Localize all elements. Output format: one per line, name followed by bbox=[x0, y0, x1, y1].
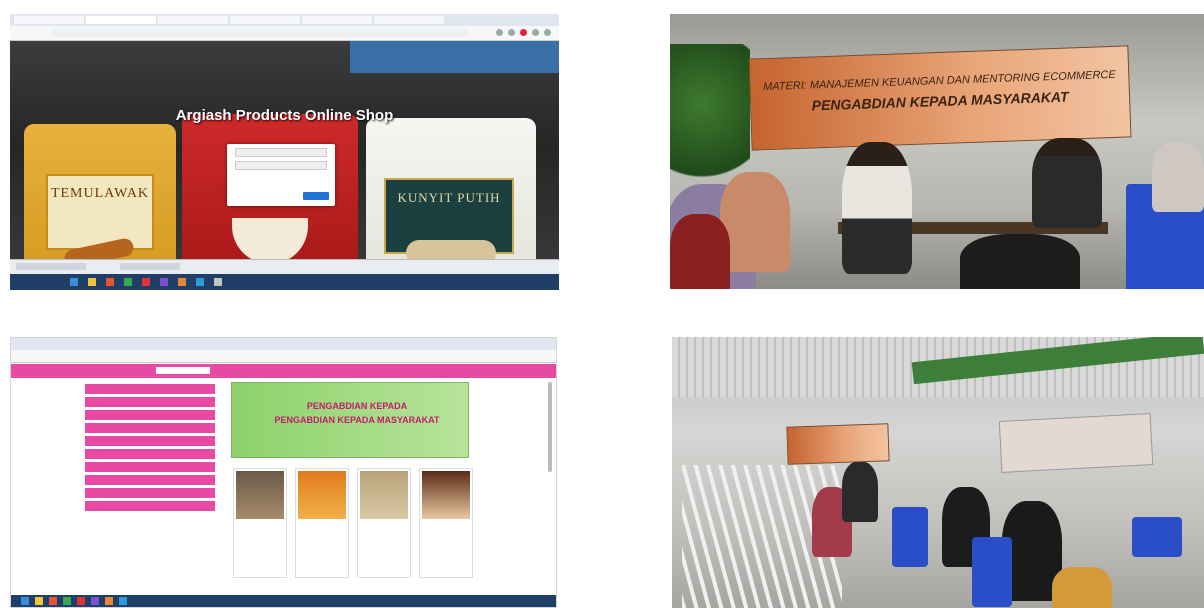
workshop-photo bbox=[672, 337, 1204, 608]
kunyit-putih-package: KUNYIT PUTIH bbox=[366, 118, 536, 274]
man-white-shirt bbox=[842, 142, 912, 274]
shop-title: Argiash Products Online Shop bbox=[175, 107, 394, 124]
username-field bbox=[235, 148, 327, 157]
woman-hijab-red bbox=[670, 214, 730, 289]
blue-chair bbox=[892, 507, 928, 567]
meeting-photo: MATERI: MANAJEMEN KEUANGAN DAN MENTORING… bbox=[670, 14, 1204, 289]
scrollbar bbox=[548, 382, 552, 472]
blue-chair bbox=[1132, 517, 1182, 557]
woman-hijab-orange bbox=[720, 172, 790, 272]
attendee bbox=[842, 462, 878, 522]
login-dialog bbox=[227, 144, 335, 206]
product-cards bbox=[233, 468, 473, 578]
tree bbox=[670, 44, 750, 194]
event-banner: MATERI: MANAJEMEN KEUANGAN DAN MENTORING… bbox=[748, 45, 1132, 151]
banner-right bbox=[998, 413, 1154, 473]
site-navbar bbox=[11, 364, 556, 378]
seated-person-foreground bbox=[960, 234, 1080, 289]
browser-tabs bbox=[11, 338, 556, 350]
windows-taskbar bbox=[11, 595, 556, 607]
product-card bbox=[419, 468, 473, 578]
shop-website-screenshot: PENGABDIAN KEPADA PENGABDIAN KEPADA MASY… bbox=[10, 337, 557, 608]
product-card bbox=[357, 468, 411, 578]
site-search bbox=[156, 367, 210, 374]
promo-banner: PENGABDIAN KEPADA PENGABDIAN KEPADA MASY… bbox=[231, 382, 469, 458]
password-field bbox=[235, 161, 327, 170]
product-card bbox=[233, 468, 287, 578]
small-banner-left bbox=[786, 423, 890, 465]
temulawak-package: TEMULAWAK bbox=[24, 124, 176, 274]
blue-chair bbox=[972, 537, 1012, 607]
shop-hero: TEMULAWAK KUNYIT PUTIH Argiash Products … bbox=[10, 41, 559, 274]
address-bar bbox=[11, 350, 556, 363]
windows-taskbar bbox=[10, 274, 559, 290]
category-sidebar bbox=[85, 382, 215, 514]
man-dark-shirt bbox=[1032, 138, 1102, 228]
orange-object bbox=[1052, 567, 1112, 608]
online-shop-screenshot: TEMULAWAK KUNYIT PUTIH Argiash Products … bbox=[10, 14, 559, 290]
download-bar bbox=[10, 259, 559, 274]
address-bar bbox=[10, 26, 559, 41]
product-card bbox=[295, 468, 349, 578]
woman-right bbox=[1152, 142, 1204, 212]
sign-in-button bbox=[303, 192, 329, 200]
browser-tabs bbox=[10, 14, 559, 26]
